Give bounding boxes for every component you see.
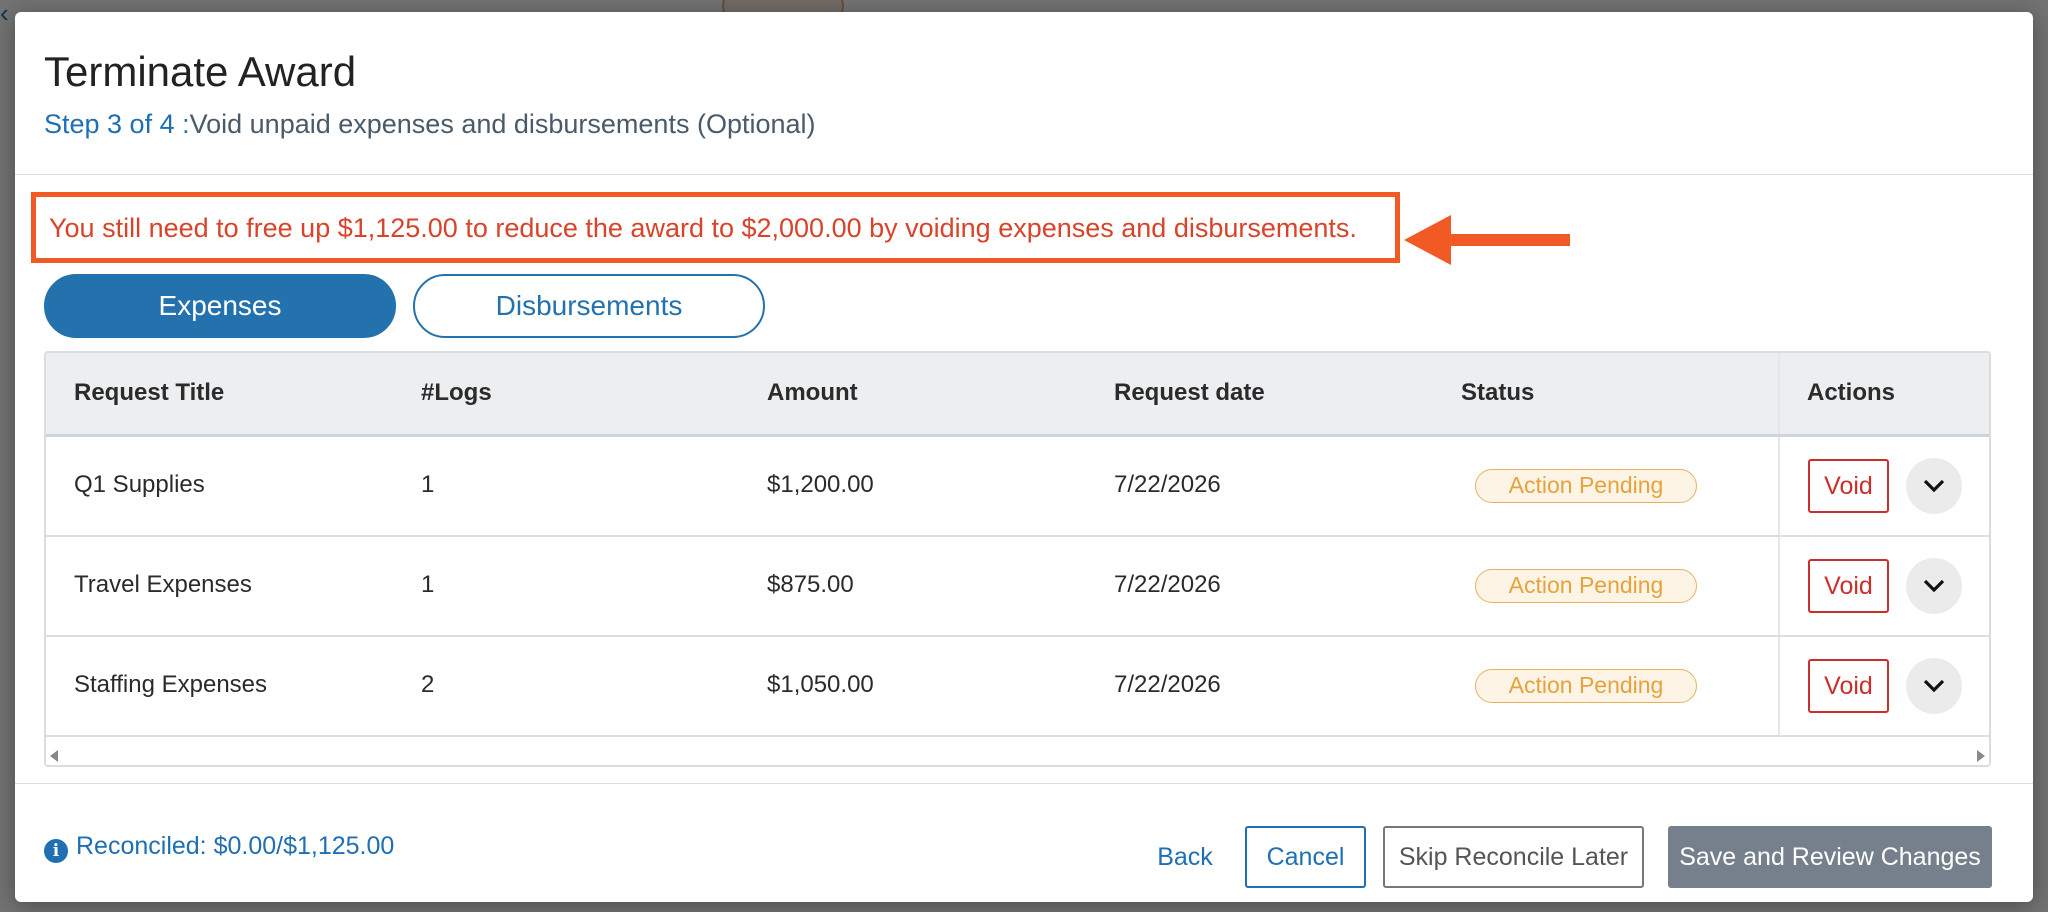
void-button[interactable]: Void bbox=[1808, 559, 1889, 613]
step-indicator: Step 3 of 4 :Void unpaid expenses and di… bbox=[44, 109, 816, 140]
amount-cell: $1,050.00 bbox=[767, 671, 874, 698]
scroll-right-arrow-icon[interactable] bbox=[1977, 750, 1985, 762]
request-date-cell: 7/22/2026 bbox=[1114, 671, 1221, 698]
request-date-cell: 7/22/2026 bbox=[1114, 571, 1221, 598]
column-header-request-date: Request date bbox=[1114, 379, 1265, 406]
amount-cell: $875.00 bbox=[767, 571, 854, 598]
logs-cell: 1 bbox=[421, 471, 435, 498]
table-header: Request Title #Logs Amount Request date … bbox=[46, 353, 1989, 437]
column-header-actions: Actions bbox=[1807, 379, 1896, 406]
logs-cell: 1 bbox=[421, 571, 435, 598]
request-title-cell: Travel Expenses bbox=[74, 571, 252, 598]
dialog-title: Terminate Award bbox=[44, 48, 357, 95]
void-button[interactable]: Void bbox=[1808, 659, 1889, 713]
expand-row-button[interactable] bbox=[1906, 558, 1962, 614]
back-button[interactable]: Back bbox=[1140, 826, 1230, 888]
request-title-cell: Staffing Expenses bbox=[74, 671, 268, 698]
annotation-arrow-icon bbox=[1404, 215, 1570, 265]
chevron-down-icon bbox=[1923, 479, 1945, 493]
chevron-down-icon bbox=[1923, 679, 1945, 693]
expand-row-button[interactable] bbox=[1906, 458, 1962, 514]
status-badge: Action Pending bbox=[1475, 569, 1697, 603]
actions-cell: Void bbox=[1778, 437, 1989, 535]
dialog-footer: i Reconciled: $0.00/$1,125.00 Back Cancel… bbox=[15, 783, 2033, 902]
table-row: Q1 Supplies 1 $1,200.00 7/22/2026 Action… bbox=[46, 437, 1989, 537]
reconciled-text: Reconciled: $0.00/$1,125.00 bbox=[76, 832, 395, 860]
request-title-cell: Q1 Supplies bbox=[74, 471, 205, 498]
expand-row-button[interactable] bbox=[1906, 658, 1962, 714]
actions-cell: Void bbox=[1778, 637, 1989, 735]
void-button[interactable]: Void bbox=[1808, 459, 1889, 513]
chevron-down-icon bbox=[1923, 579, 1945, 593]
info-icon: i bbox=[44, 839, 68, 863]
request-date-cell: 7/22/2026 bbox=[1114, 471, 1221, 498]
tab-expenses[interactable]: Expenses bbox=[44, 274, 396, 338]
column-header-request-title: Request Title bbox=[74, 379, 225, 406]
horizontal-scrollbar[interactable] bbox=[46, 745, 1989, 765]
remaining-amount-alert: You still need to free up $1,125.00 to r… bbox=[31, 192, 1400, 263]
table-row: Travel Expenses 1 $875.00 7/22/2026 Acti… bbox=[46, 537, 1989, 637]
table-row: Staffing Expenses 2 $1,050.00 7/22/2026 … bbox=[46, 637, 1989, 737]
status-badge: Action Pending bbox=[1475, 469, 1697, 503]
actions-header-cell: Actions bbox=[1778, 353, 1989, 434]
dialog-header: Terminate Award Step 3 of 4 :Void unpaid… bbox=[15, 12, 2033, 175]
amount-cell: $1,200.00 bbox=[767, 471, 874, 498]
expenses-table: Request Title #Logs Amount Request date … bbox=[44, 351, 1991, 767]
column-header-status: Status bbox=[1461, 379, 1535, 406]
skip-reconcile-later-button[interactable]: Skip Reconcile Later bbox=[1383, 826, 1644, 888]
column-header-logs: #Logs bbox=[421, 379, 492, 406]
terminate-award-dialog: Terminate Award Step 3 of 4 :Void unpaid… bbox=[15, 12, 2033, 902]
status-badge: Action Pending bbox=[1475, 669, 1697, 703]
step-label: Step 3 of 4 : bbox=[44, 109, 190, 139]
column-header-amount: Amount bbox=[767, 379, 858, 406]
reconciled-status: i Reconciled: $0.00/$1,125.00 bbox=[44, 832, 394, 863]
logs-cell: 2 bbox=[421, 671, 435, 698]
cancel-button[interactable]: Cancel bbox=[1245, 826, 1366, 888]
scroll-left-arrow-icon[interactable] bbox=[50, 750, 58, 762]
alert-message: You still need to free up $1,125.00 to r… bbox=[49, 213, 1357, 243]
actions-cell: Void bbox=[1778, 537, 1989, 635]
step-description: Void unpaid expenses and disbursements (… bbox=[189, 109, 816, 139]
tab-disbursements[interactable]: Disbursements bbox=[413, 274, 765, 338]
save-and-review-changes-button[interactable]: Save and Review Changes bbox=[1668, 826, 1992, 888]
